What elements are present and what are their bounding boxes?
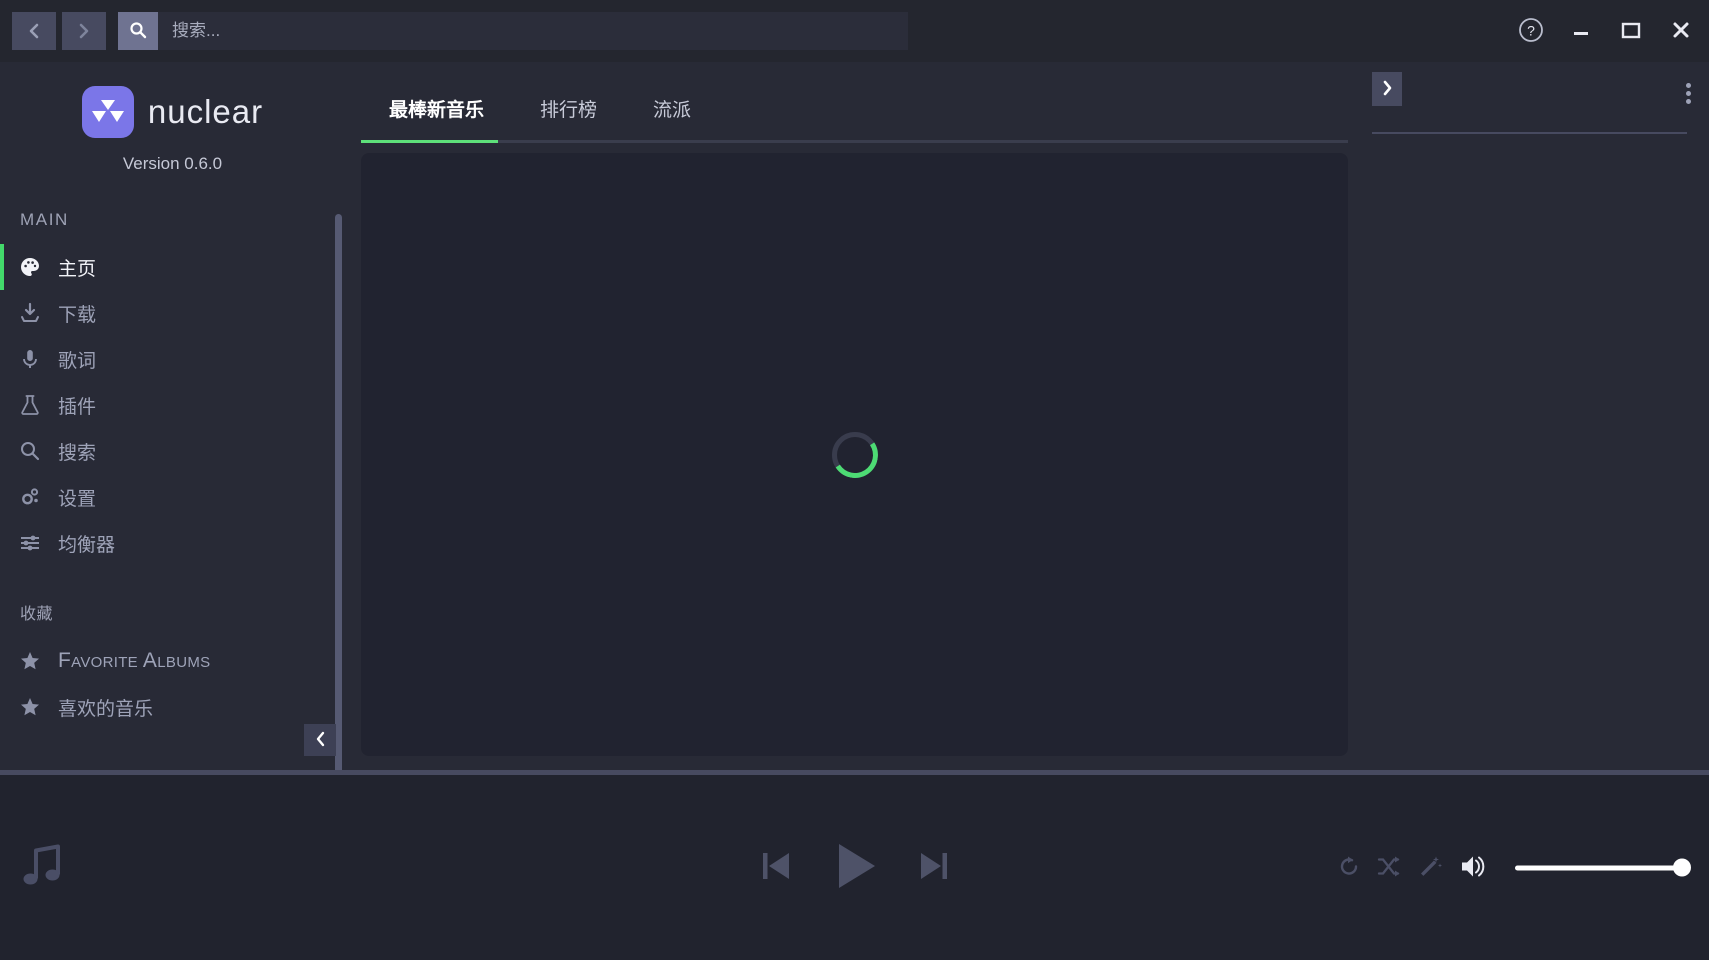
more-vertical-icon (1686, 83, 1691, 104)
queue-list (1364, 134, 1695, 770)
title-bar: ? (0, 0, 1709, 62)
close-button[interactable] (1667, 17, 1695, 45)
play-button[interactable] (829, 838, 881, 897)
palette-icon (18, 256, 42, 278)
sidebar-item-favorite-tracks[interactable]: 喜欢的音乐 (0, 684, 345, 730)
sidebar-item-downloads[interactable]: 下载 (0, 290, 345, 336)
sidebar-item-settings[interactable]: 设置 (0, 474, 345, 520)
queue-panel (1364, 62, 1709, 770)
sidebar-item-search[interactable]: 搜索 (0, 428, 345, 474)
sidebar-nav: MAIN 主页 下载 歌词 插件 搜索 设置 均衡器 收藏 Favorite A… (0, 174, 345, 770)
next-button[interactable] (917, 846, 951, 889)
gears-icon (18, 486, 42, 508)
minimize-button[interactable] (1567, 17, 1595, 45)
repeat-icon (1337, 854, 1361, 881)
sidebar-item-plugins[interactable]: 插件 (0, 382, 345, 428)
nuclear-logo-icon (81, 86, 134, 138)
volume-slider[interactable] (1515, 858, 1691, 877)
sidebar-collapse-button[interactable] (304, 724, 336, 756)
dashboard-content-panel (361, 153, 1348, 756)
previous-button[interactable] (759, 846, 793, 889)
sidebar: nuclear Version 0.6.0 MAIN 主页 下载 歌词 插件 搜… (0, 62, 345, 770)
download-icon (18, 302, 42, 324)
tab-charts[interactable]: 排行榜 (512, 95, 625, 140)
volume-high-icon (1459, 853, 1489, 882)
dashboard-tabs: 最棒新音乐 排行榜 流派 (357, 62, 1352, 140)
sidebar-item-favorite-albums[interactable]: Favorite Albums (0, 638, 345, 684)
tab-genres[interactable]: 流派 (625, 95, 719, 140)
volume-slider-thumb[interactable] (1673, 858, 1691, 877)
search-input[interactable] (158, 12, 908, 50)
sidebar-item-label: 插件 (58, 396, 97, 418)
search-icon (18, 440, 42, 462)
brand-wordmark: nuclear (147, 93, 264, 130)
queue-expand-button[interactable] (1372, 72, 1402, 106)
chevron-right-icon (1381, 80, 1394, 99)
help-icon: ? (1518, 17, 1544, 46)
sidebar-item-label: 设置 (58, 488, 97, 510)
back-button[interactable] (12, 12, 56, 50)
close-icon (1671, 20, 1691, 43)
sidebar-item-label: 主页 (58, 258, 97, 280)
shuffle-button[interactable] (1377, 854, 1402, 881)
star-icon (18, 696, 42, 718)
skip-next-icon (917, 846, 951, 889)
sidebar-item-label: 均衡器 (58, 534, 116, 556)
sidebar-item-lyrics[interactable]: 歌词 (0, 336, 345, 382)
sidebar-scrollbar[interactable] (335, 214, 342, 770)
sidebar-item-label: 歌词 (58, 350, 97, 372)
maximize-icon (1620, 20, 1642, 43)
loading-spinner (827, 427, 882, 482)
section-label-favorites: 收藏 (20, 606, 54, 623)
window-controls: ? (1517, 0, 1695, 62)
active-tab-indicator (361, 140, 498, 143)
play-icon (829, 838, 881, 897)
forward-button[interactable] (62, 12, 106, 50)
maximize-button[interactable] (1617, 17, 1645, 45)
spinner-arc (827, 427, 882, 482)
queue-panel-header (1364, 72, 1695, 130)
tab-best-new-music[interactable]: 最棒新音乐 (361, 95, 512, 140)
volume-button[interactable] (1459, 853, 1489, 882)
main-content: 最棒新音乐 排行榜 流派 (345, 62, 1364, 770)
nuclear-app-window: ? (0, 0, 1709, 960)
microphone-icon (18, 348, 42, 370)
sidebar-item-label: Favorite Albums (58, 649, 211, 672)
player-right-tools (1337, 853, 1691, 882)
skip-previous-icon (759, 846, 793, 889)
sidebar-item-label: 搜索 (58, 442, 97, 464)
chevron-left-icon (314, 731, 327, 750)
queue-menu-button[interactable] (1686, 72, 1695, 107)
app-body: nuclear Version 0.6.0 MAIN 主页 下载 歌词 插件 搜… (0, 62, 1709, 770)
version-label: Version 0.6.0 (122, 154, 223, 173)
help-button[interactable]: ? (1517, 17, 1545, 45)
star-icon (18, 650, 42, 672)
chevron-right-icon (77, 22, 91, 40)
flask-icon (18, 394, 42, 416)
sidebar-item-label: 下载 (58, 304, 97, 326)
search-icon (129, 21, 147, 42)
autoradio-button[interactable] (1418, 854, 1443, 881)
transport-controls (759, 838, 951, 897)
repeat-button[interactable] (1337, 854, 1361, 881)
shuffle-icon (1377, 854, 1402, 881)
sidebar-item-equalizer[interactable]: 均衡器 (0, 520, 345, 566)
search-bar (118, 12, 908, 50)
minimize-icon (1571, 20, 1591, 43)
magic-wand-icon (1418, 854, 1443, 881)
chevron-left-icon (27, 22, 41, 40)
tabs-underline (361, 140, 1348, 143)
sliders-icon (18, 532, 42, 554)
search-submit-button[interactable] (118, 12, 158, 50)
brand-header: nuclear Version 0.6.0 (0, 62, 345, 174)
music-note-icon (22, 842, 64, 893)
player-bar (0, 770, 1709, 960)
section-label-main: MAIN (20, 210, 69, 229)
sidebar-item-label: 喜欢的音乐 (58, 698, 154, 720)
svg-text:?: ? (1527, 22, 1535, 38)
sidebar-item-home[interactable]: 主页 (0, 244, 345, 290)
